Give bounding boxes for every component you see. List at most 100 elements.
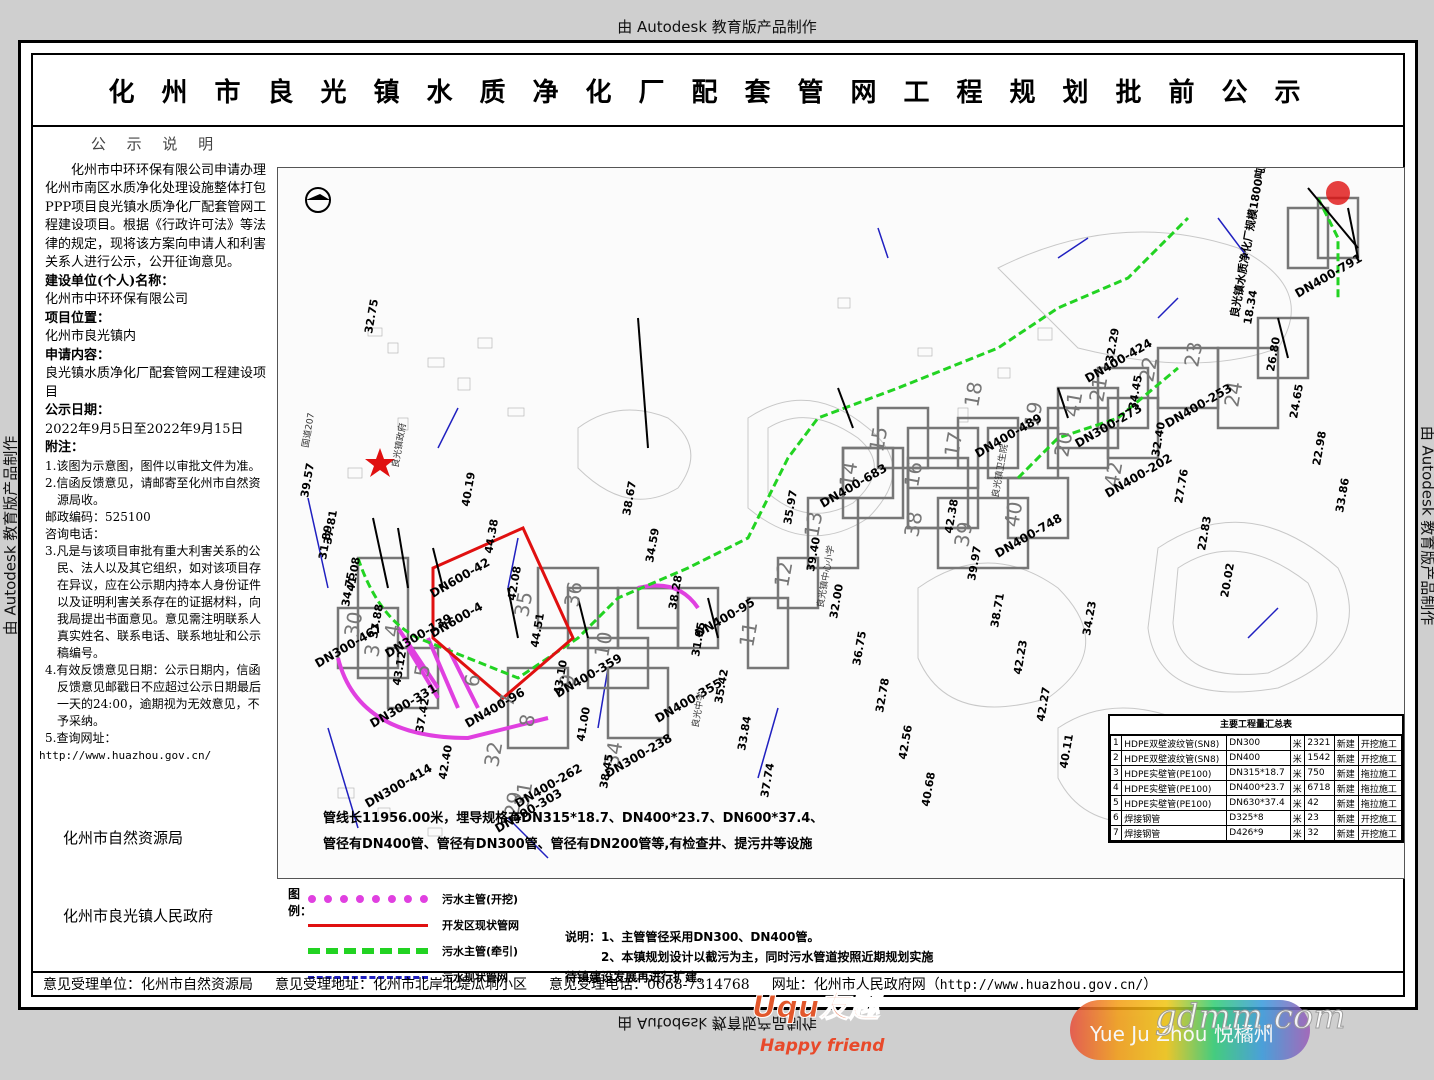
pipe-network-map: 35 36 11 12 13 14 15 16 17 18 19 20 21 22 23 24 38 39 40 41… [277,167,1405,879]
elevation-label: 35.42 [712,668,731,705]
elevation-label: 40.19 [459,471,478,508]
remarks-label: 附注： [45,440,85,455]
remark-item: 4.有效反馈意见日期：公示日期内，信函反馈意见邮戳日不应超过公示日期最后一天的2… [45,662,262,728]
elevation-label: 31.89 [316,524,335,561]
sheet-number: 12 [769,560,797,589]
elevation-label: 44.38 [482,518,501,555]
signature-town-government: 化州市良光镇人民政府 [63,907,214,925]
sheet-frame: 化州市良光镇水质净化厂配套管网工程规划批前公示 公 示 说 明 化州市中环环保有… [31,53,1405,997]
elevation-label: 22.98 [1310,430,1329,467]
elevation-label: 34.23 [1080,600,1099,637]
notice-panel: 公 示 说 明 化州市中环环保有限公司申请办理化州市南区水质净化处理设施整体打包… [39,135,267,764]
sheet-number: 40 [999,500,1027,529]
sheet-number: 38 [899,510,927,539]
sheet-number: 5 [409,662,435,679]
contact-footer: 意见受理单位：化州市自然资源局 意见受理地址：化州市北岸北堤瓜垌小区 意见受理电… [33,971,1403,995]
notice-sheet: 化州市良光镇水质净化厂配套管网工程规划批前公示 公 示 说 明 化州市中环环保有… [18,40,1418,1010]
elevation-label: 42.27 [1034,686,1053,723]
place-label: 良光镇政府 [389,422,409,468]
elevation-label: 32.75 [362,298,381,335]
elevation-label: 27.76 [1172,468,1191,505]
elevation-label: 35.97 [781,489,800,526]
summary-line-1: 管线长11956.00米，埋导规格有DN315*18.7、DN400*23.7、… [323,811,824,826]
autodesk-watermark-top: 由 Autodesk 教育版产品制作 [617,18,817,36]
remark-item: 3.凡是与该项目审批有重大利害关系的公民、法人以及其它组织，如对该项目存在异议，… [45,543,262,660]
site-watermark: gdmm.com [1155,997,1347,1038]
elevation-label: 20.02 [1218,562,1237,599]
elevation-label: 42.23 [1011,639,1030,676]
elevation-label: 32.00 [827,583,846,620]
summary-line-2: 管径有DN400管、管径有DN300管、管径有DN200管等,有检查井、提污井等… [323,837,813,852]
sheet-number: 15 [864,425,892,454]
table-row: 5 HDPE实壁管(PE100) DN630*37.4 米 42 新建 拖拉施工 [1109,795,1403,811]
legend-swatch-red [308,923,428,927]
page-title: 化州市良光镇水质净化厂配套管网工程规划批前公示 [33,55,1403,127]
place-label: 国道207 [299,412,317,449]
sheet-number: 13 [799,510,827,539]
notice-heading: 公 示 说 明 [90,135,222,153]
legend-swatch-green [308,948,428,954]
table-row: 2 HDPE双壁波纹管(SN8) DN400 米 1542 新建 开挖施工 [1109,750,1403,766]
location-label: 项目位置： [45,310,111,326]
location-value: 化州市良光镇内 [45,329,137,344]
table-row: 7 焊接钢管 D426*9 米 32 新建 开挖施工 [1109,825,1403,841]
legend-item-excavated: 污水主管(开挖) [308,891,568,907]
sheet-number: 36 [559,580,587,609]
footer-phone: 意见受理电话：0668-7314768 [549,977,750,993]
sheet-number: 6 [459,672,485,689]
builder-value: 化州市中环环保有限公司 [45,292,189,307]
elevation-label: 34.45 [1126,374,1145,411]
remark-item: 5.查询网址： [45,730,117,745]
sheet-number: 4 [379,622,405,639]
date-label: 公示日期： [45,403,111,418]
elevation-label: 39.57 [298,462,317,499]
elevation-label: 40.68 [919,771,938,808]
sheet-number: 20 [1049,430,1077,459]
elevation-label: 38.71 [988,592,1007,629]
remarks-list: 1.该图为示意图，图件以审批文件为准。 2.信函反馈意见，请邮寄至化州市自然资源… [39,458,267,764]
north-arrow [305,187,331,213]
traction-mains [356,197,1340,680]
query-url[interactable]: http://www.huazhou.gov.cn/ [39,747,267,764]
sheet-number: 23 [1179,340,1207,369]
elevation-label: 39.97 [965,545,984,582]
elevation-label: 42.56 [896,724,915,761]
government-star [365,448,395,477]
table-row: 4 HDPE实壁管(PE100) DN400*23.7 米 6718 新建 拖拉施工 [1109,780,1403,796]
elevation-label: 40.11 [1057,733,1076,770]
remark-item: 1.该图为示意图，图件以审批文件为准。 [45,458,261,473]
footer-address: 意见受理地址：化州市北岸北堤瓜垌小区 [275,977,527,993]
table-row: 3 HDPE实壁管(PE100) DN315*18.7 米 750 新建 拖拉施工 [1109,765,1403,781]
notice-intro: 化州市中环环保有限公司申请办理化州市南区水质净化处理设施整体打包PPP项目良光镇… [45,162,267,271]
legend-swatch-magenta [308,895,428,903]
elevation-label: 34.75 [339,571,358,608]
quantity-table: 主要工程量汇总表 1 HDPE双壁波纹管(SN8) DN300 米 2321 新建 开挖施工… [1108,714,1404,843]
elevation-label: 41.00 [574,706,593,743]
table-row: 6 焊接钢管 D325*8 米 23 新建 开挖施工 [1109,810,1403,826]
phone: 咨询电话： [45,526,106,541]
treatment-plant-marker [1326,181,1350,205]
brand-watermark-sub: Happy friend [760,1036,885,1056]
sheet-number: 32 [479,740,507,769]
sheet-number: 18 [959,380,987,409]
footer-unit: 意见受理单位：化州市自然资源局 [43,977,253,993]
content-value: 良光镇水质净化厂配套管网工程建设项目 [45,366,267,400]
quantity-table-grid: 1 HDPE双壁波纹管(SN8) DN300 米 2321 新建 开挖施工 2 HDPE双壁波… [1109,735,1403,841]
elevation-label: 33.84 [735,715,754,752]
builder-label: 建设单位(个人)名称： [45,273,175,289]
elevation-label: 22.83 [1195,515,1214,552]
brand-watermark: Uqu友趣 [751,990,880,1026]
date-value: 2022年9月5日至2022年9月15日 [45,421,244,437]
signature-resources-bureau: 化州市自然资源局 [63,829,184,847]
elevation-label: 31.95 [689,621,708,658]
sheet-number: 16 [899,460,927,489]
elevation-label: 36.75 [850,630,869,667]
legend-item-dev-zone: 开发区现状管网 [308,917,568,933]
elevation-label: 24.65 [1287,383,1306,420]
table-row: 1 HDPE双壁波纹管(SN8) DN300 米 2321 新建 开挖施工 [1109,735,1403,751]
postcode: 邮政编码：525100 [45,509,151,524]
footer-url[interactable]: http://www.huazhou.gov.cn/ [940,978,1144,993]
elevation-label: 38.67 [620,480,639,517]
elevation-label: 33.86 [1333,477,1352,514]
elevation-label: 42.40 [436,744,455,781]
